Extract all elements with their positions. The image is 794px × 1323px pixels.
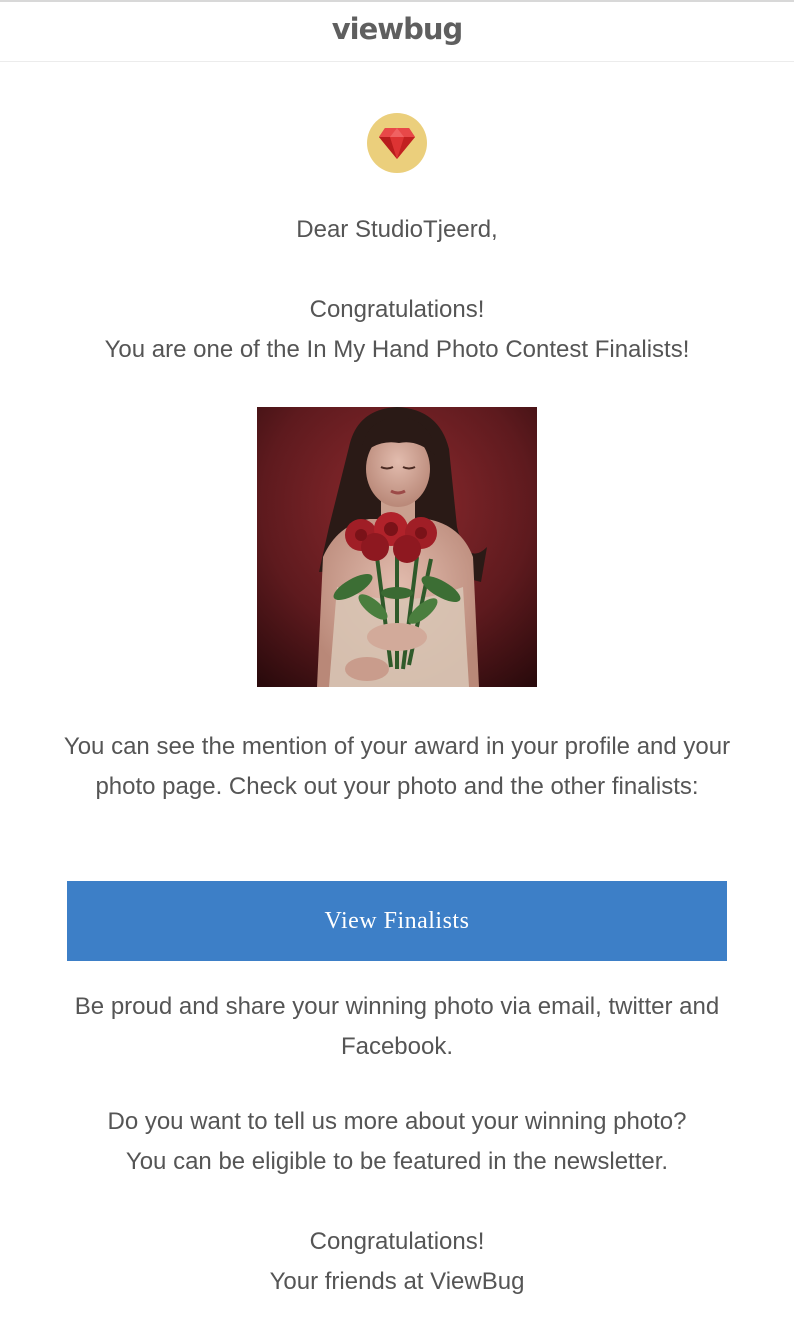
- award-badge: [367, 113, 427, 173]
- congrats-headline: Congratulations!: [309, 296, 485, 323]
- greeting-text: Dear StudioTjeerd,: [296, 216, 498, 243]
- award-mention-text: You can see the mention of your award in…: [63, 733, 731, 800]
- ruby-gem-icon: [379, 128, 415, 159]
- viewbug-logo[interactable]: viewbug: [332, 12, 463, 46]
- finalist-announcement: You are one of the In My Hand Photo Cont…: [104, 336, 690, 363]
- email-header: viewbug: [0, 2, 794, 62]
- signoff-congrats: Congratulations!: [309, 1228, 485, 1255]
- view-finalists-button[interactable]: View Finalists: [67, 881, 727, 961]
- signoff-team: Your friends at ViewBug: [269, 1268, 525, 1295]
- tell-us-line-1: Do you want to tell us more about your w…: [107, 1108, 687, 1135]
- finalist-photo[interactable]: [257, 407, 537, 687]
- share-text: Be proud and share your winning photo vi…: [74, 993, 720, 1060]
- photo-portrait-girl-with-roses: [257, 407, 537, 687]
- tell-us-line-2: You can be eligible to be featured in th…: [125, 1148, 669, 1175]
